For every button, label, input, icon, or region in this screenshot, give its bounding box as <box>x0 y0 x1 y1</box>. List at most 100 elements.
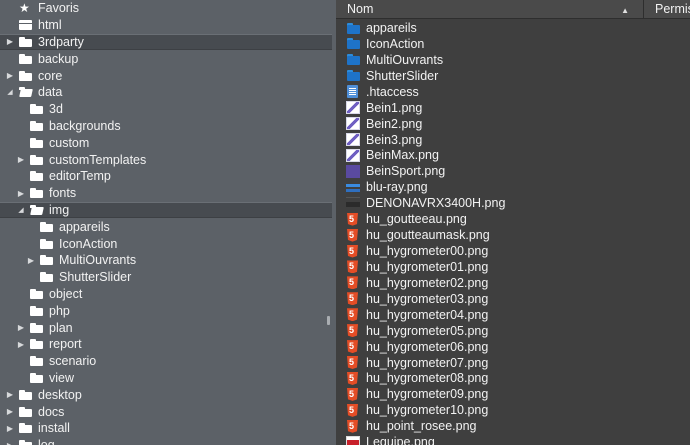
chevron-down-icon[interactable]: ◢ <box>5 86 15 98</box>
tree-item[interactable]: ▶ desktop <box>0 386 332 403</box>
file-row[interactable]: hu_hygrometer04.png <box>346 307 646 323</box>
file-row[interactable]: hu_goutteaumask.png <box>346 227 646 243</box>
tree-scrollbar[interactable] <box>327 316 330 325</box>
tree-item[interactable]: ▶ plan <box>0 319 332 336</box>
file-list[interactable]: Nom ▲ Permis appareilsIconActionMultiOuv… <box>336 0 690 445</box>
file-row[interactable]: ShutterSlider <box>346 68 646 84</box>
file-row[interactable]: Lequipe.png <box>346 434 646 445</box>
tree-item[interactable]: ▶ fonts <box>0 185 332 202</box>
file-row[interactable]: hu_hygrometer07.png <box>346 355 646 371</box>
tree-item[interactable]: backup <box>0 50 332 67</box>
file-row[interactable]: hu_hygrometer02.png <box>346 275 646 291</box>
tree-item[interactable]: ▶ report <box>0 336 332 353</box>
chevron-right-icon[interactable]: ▶ <box>5 422 15 434</box>
file-name: DENONAVRX3400H.png <box>366 196 506 211</box>
tree-item-label: php <box>49 303 70 318</box>
tree-item[interactable]: ▶ log <box>0 437 332 445</box>
file-row[interactable]: hu_goutteeau.png <box>346 211 646 227</box>
html5-file-icon <box>347 212 358 226</box>
folder-tree[interactable]: ★ Favoris html ▶ 3rdparty backup ▶ core ◢ data 3d b… <box>0 0 336 445</box>
chevron-right-icon[interactable]: ▶ <box>16 154 26 166</box>
file-row[interactable]: hu_hygrometer08.png <box>346 370 646 386</box>
folder-icon <box>30 104 43 115</box>
file-row[interactable]: MultiOuvrants <box>346 52 646 68</box>
folder-icon <box>30 305 43 316</box>
tree-item[interactable]: appareils <box>0 218 332 235</box>
file-name: hu_hygrometer04.png <box>366 307 489 322</box>
tree-item[interactable]: IconAction <box>0 235 332 252</box>
file-row[interactable]: hu_point_rosee.png <box>346 418 646 434</box>
chevron-right-icon[interactable]: ▶ <box>5 439 15 445</box>
tree-item[interactable]: ▶ core <box>0 67 332 84</box>
file-row[interactable]: Bein1.png <box>346 100 646 116</box>
tree-item[interactable]: ▶ install <box>0 420 332 437</box>
tree-item[interactable]: view <box>0 370 332 387</box>
chevron-right-icon[interactable]: ▶ <box>5 406 15 418</box>
column-header-name[interactable]: Nom ▲ <box>336 0 644 19</box>
tree-arrow-spacer <box>16 170 26 182</box>
tree-arrow-spacer <box>5 2 15 14</box>
tree-item-label: fonts <box>49 186 77 201</box>
chevron-right-icon[interactable]: ▶ <box>16 338 26 350</box>
column-header-permissions[interactable]: Permis <box>644 0 690 19</box>
folder-icon <box>30 137 43 148</box>
tree-item-label: backgrounds <box>49 118 121 133</box>
tree-item[interactable]: ▶ 3rdparty <box>0 33 332 51</box>
tree-item[interactable]: custom <box>0 134 332 151</box>
file-row[interactable]: hu_hygrometer03.png <box>346 291 646 307</box>
file-row[interactable]: blu-ray.png <box>346 179 646 195</box>
file-row[interactable]: Bein2.png <box>346 116 646 132</box>
tree-item[interactable]: ▶ customTemplates <box>0 151 332 168</box>
tree-item[interactable]: object <box>0 286 332 303</box>
chevron-right-icon[interactable]: ▶ <box>26 254 36 266</box>
file-name: hu_hygrometer08.png <box>366 371 489 386</box>
file-row[interactable]: hu_hygrometer06.png <box>346 339 646 355</box>
tree-item[interactable]: ShutterSlider <box>0 269 332 286</box>
tree-item[interactable]: editorTemp <box>0 168 332 185</box>
chevron-right-icon[interactable]: ▶ <box>5 36 15 48</box>
file-row[interactable]: hu_hygrometer05.png <box>346 323 646 339</box>
tree-item[interactable]: ◢ data <box>0 84 332 101</box>
folder-icon <box>30 171 43 182</box>
column-header-permissions-label: Permis <box>655 2 690 16</box>
tree-item[interactable]: scenario <box>0 353 332 370</box>
file-name: hu_hygrometer06.png <box>366 339 489 354</box>
chevron-right-icon[interactable]: ▶ <box>16 187 26 199</box>
file-name: hu_hygrometer00.png <box>366 244 489 259</box>
folder-icon <box>19 70 32 81</box>
file-row[interactable]: hu_hygrometer01.png <box>346 259 646 275</box>
folder-icon <box>19 53 32 64</box>
file-row[interactable]: .htaccess <box>346 84 646 100</box>
file-row[interactable]: BeinMax.png <box>346 147 646 163</box>
tree-arrow-spacer <box>16 372 26 384</box>
chevron-right-icon[interactable]: ▶ <box>5 389 15 401</box>
file-row[interactable]: IconAction <box>346 36 646 52</box>
tree-item[interactable]: ★ Favoris <box>0 0 332 17</box>
file-row[interactable]: hu_hygrometer00.png <box>346 243 646 259</box>
file-name: hu_hygrometer10.png <box>366 403 489 418</box>
html5-file-icon <box>347 308 358 322</box>
tree-item[interactable]: ▶ MultiOuvrants <box>0 252 332 269</box>
tree-item[interactable]: 3d <box>0 101 332 118</box>
file-row[interactable]: hu_hygrometer10.png <box>346 402 646 418</box>
tree-item[interactable]: ◢ img <box>0 201 332 219</box>
file-name: Bein3.png <box>366 132 423 147</box>
tree-item[interactable]: html <box>0 17 332 34</box>
folder-icon <box>30 288 43 299</box>
file-row[interactable]: appareils <box>346 20 646 36</box>
chevron-down-icon[interactable]: ◢ <box>16 204 26 216</box>
chevron-right-icon[interactable]: ▶ <box>5 70 15 82</box>
tree-item[interactable]: ▶ docs <box>0 403 332 420</box>
tree-item[interactable]: php <box>0 302 332 319</box>
tree-item-label: backup <box>38 51 79 66</box>
html5-file-icon <box>347 356 358 370</box>
image-thumbnail-icon <box>346 101 360 115</box>
tree-item[interactable]: backgrounds <box>0 118 332 135</box>
html5-file-icon <box>347 292 358 306</box>
file-row[interactable]: DENONAVRX3400H.png <box>346 195 646 211</box>
file-row[interactable]: hu_hygrometer09.png <box>346 386 646 402</box>
chevron-right-icon[interactable]: ▶ <box>16 322 26 334</box>
file-row[interactable]: Bein3.png <box>346 132 646 148</box>
file-row[interactable]: BeinSport.png <box>346 163 646 179</box>
tree-arrow-spacer <box>26 238 36 250</box>
